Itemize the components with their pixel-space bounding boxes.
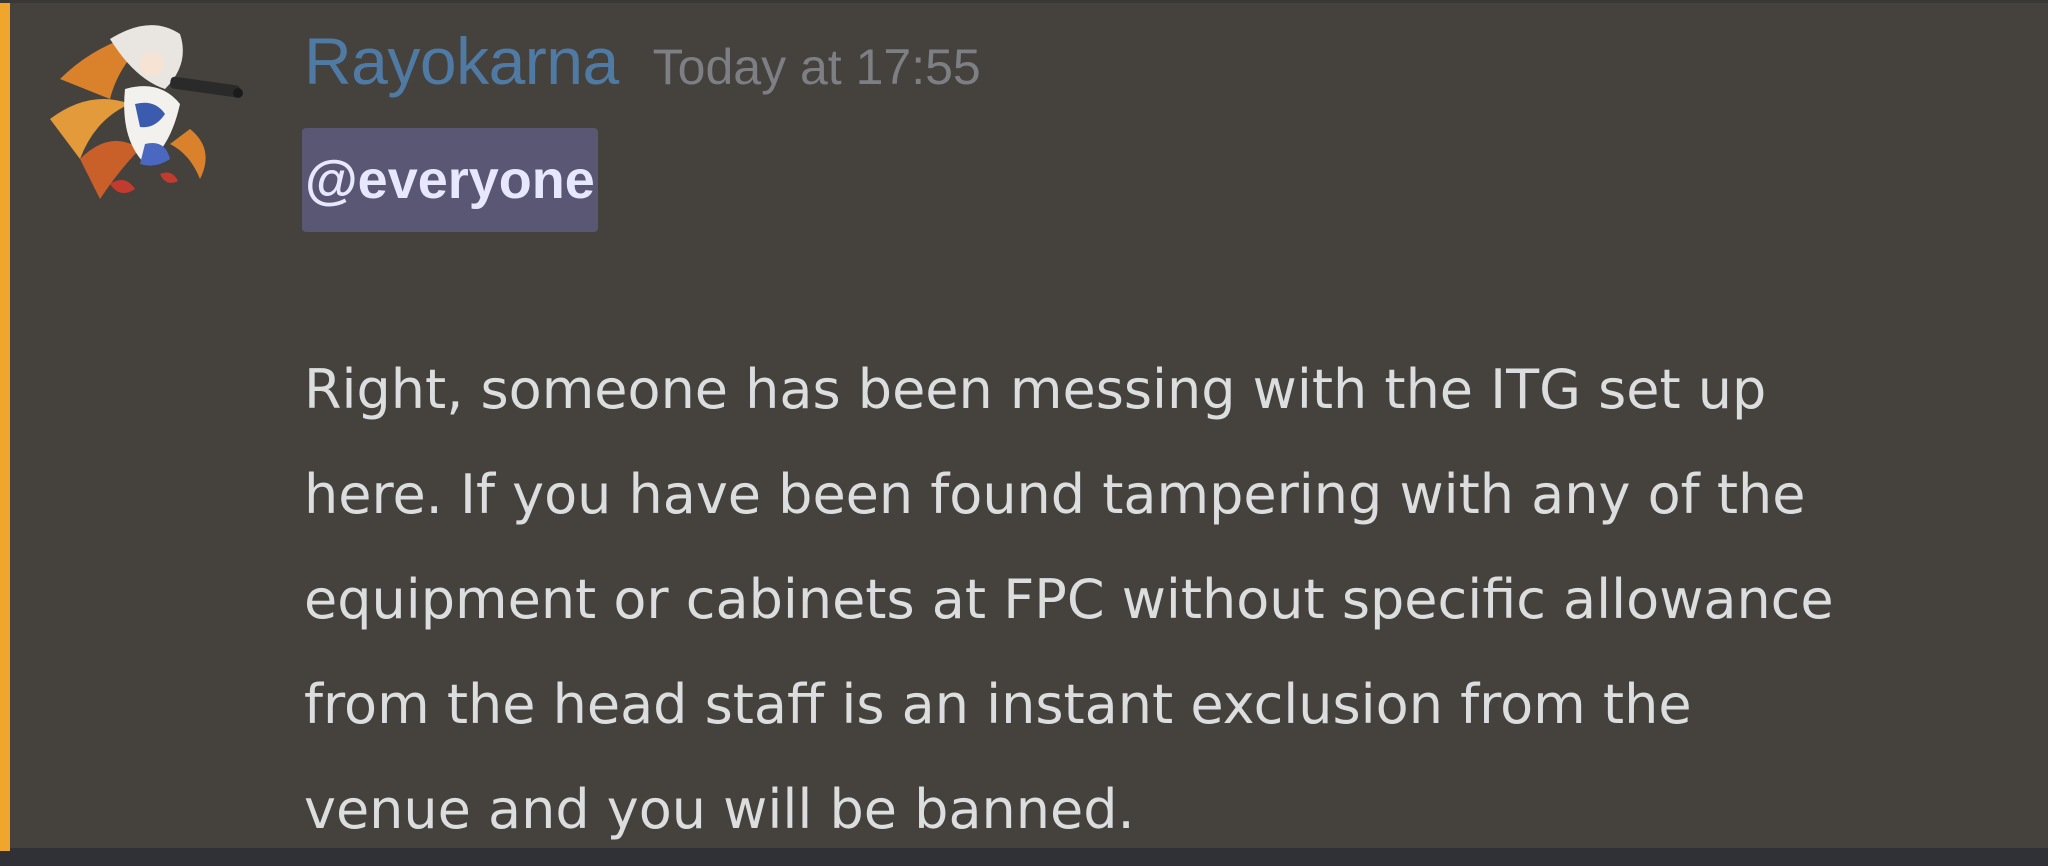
message-content: Right, someone has been messing with the… — [304, 337, 2034, 862]
user-avatar[interactable] — [40, 9, 250, 209]
message-line: from the head staff is an instant exclus… — [304, 673, 1692, 736]
mention-highlight-bar — [0, 3, 10, 851]
chat-view: Rayokarna Today at 17:55 @everyone Right… — [0, 0, 2048, 866]
author-name[interactable]: Rayokarna — [304, 23, 619, 99]
chat-message: Rayokarna Today at 17:55 @everyone Right… — [0, 0, 2048, 851]
message-line: venue and you will be banned. — [304, 778, 1135, 841]
message-line: Right, someone has been messing with the… — [304, 358, 1767, 421]
message-line: equipment or cabinets at FPC without spe… — [304, 568, 1834, 631]
avatar-anime-character-icon — [48, 17, 243, 201]
message-timestamp: Today at 17:55 — [652, 39, 981, 95]
everyone-mention[interactable]: @everyone — [302, 128, 598, 232]
message-header: Rayokarna Today at 17:55 — [304, 23, 981, 103]
message-line: here. If you have been found tampering w… — [304, 463, 1806, 526]
